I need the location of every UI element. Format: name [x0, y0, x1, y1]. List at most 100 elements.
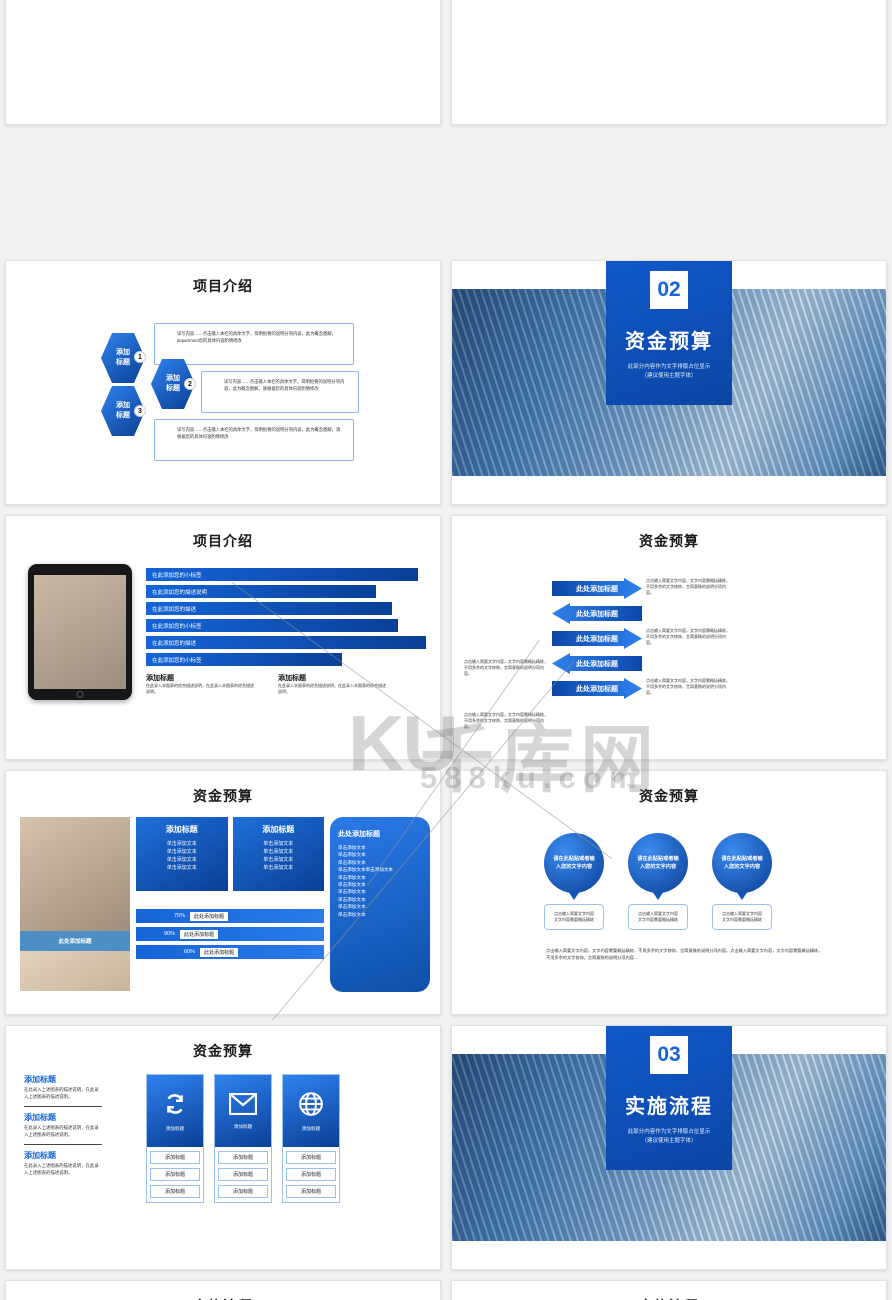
- rounded-panel[interactable]: 此处添加标题 单击添加文本 单击添加文本 单击添加文本 单击添加文本单击添加文本…: [330, 817, 430, 992]
- icon-card[interactable]: 添加标题 添加标题 添加标题 添加标题: [214, 1074, 272, 1203]
- block-title: 添加标题: [24, 1075, 56, 1084]
- card-row[interactable]: 添加标题: [286, 1185, 336, 1198]
- slide-cell-hexagons[interactable]: 项目介绍 详写内容……点击输入本栏的具体文字，简明扼要的说明分项内容，此为概念图…: [0, 255, 446, 510]
- progress-bar: 90% 此处添加标题: [136, 927, 324, 941]
- iconcards-slide[interactable]: 资金预算 添加标题 在此录入上述图表的描述说明，在此录入上述图表的描述说明。 添…: [5, 1025, 441, 1270]
- left-block: 添加标题 在此录入上述图表的描述说明，在此录入上述图表的描述说明。: [24, 1074, 102, 1100]
- section-title: 实施流程: [625, 1096, 713, 1118]
- slide-cell-arrows[interactable]: 添加标题 导致原因 分析问题大原因 添加标题 单击此处添加文本以及描述 添加标题…: [0, 0, 446, 130]
- slide-cell-cover-03[interactable]: 03 实施流程 此部分内容作为文字排版占位显示 （建议使用主题字体）: [446, 1020, 892, 1275]
- balloon-group[interactable]: 请在此贴贴或者输入您的文字内容 点击输入简要文字内容 文字内容需要概括精炼: [544, 833, 604, 931]
- progress-bar: 60% 此处添加标题: [136, 945, 324, 959]
- box-title: 添加标题: [262, 825, 295, 834]
- cover-03-slide[interactable]: 03 实施流程 此部分内容作为文字排版占位显示 （建议使用主题字体）: [451, 1025, 887, 1270]
- hex-text-1: 详写内容……点击输入本栏的具体文字，简明扼要的说明分项内容，此为概念图解，dep…: [154, 323, 354, 365]
- hex-text-3: 详写内容……点击输入本栏的具体文字，简明扼要的说明分项内容，此为概念图解，请根据…: [154, 419, 354, 461]
- left-block: 添加标题 在此录入上述图表的描述说明，在此录入上述图表的描述说明。: [24, 1112, 102, 1138]
- page-title: 资金预算: [193, 1043, 253, 1059]
- page-title: 实施流程: [6, 1296, 440, 1300]
- balloon: 请在此贴贴或者输入您的文字内容: [544, 833, 604, 893]
- bar-item[interactable]: 在此添加您的描述: [146, 602, 393, 615]
- bar-item[interactable]: 在此添加您的小标签: [146, 653, 342, 666]
- slide-gallery: 添加标题 导致原因 分析问题大原因 添加标题 单击此处添加文本以及描述 添加标题…: [0, 0, 892, 1300]
- card-row[interactable]: 添加标题: [150, 1151, 200, 1164]
- card-label: 添加标题: [301, 1125, 321, 1131]
- progress-pct: 60%: [184, 949, 196, 955]
- round-title: 此处添加标题: [338, 831, 380, 838]
- photo-caption: 此处添加标题: [20, 931, 130, 951]
- footer-note: 点击输入简要文字内容，文字内容需要概括精炼，不用多余的文字修饰，言简意赅的说明分…: [546, 948, 823, 960]
- section-title: 资金预算: [625, 331, 713, 353]
- slide-cell-arrowlist[interactable]: 资金预算 x 点击输入简要文字内容，文字内容需概括精炼，不用多余的文字修饰，言简…: [446, 510, 892, 765]
- arrows-slide[interactable]: 添加标题 导致原因 分析问题大原因 添加标题 单击此处添加文本以及描述 添加标题…: [5, 0, 441, 125]
- slide-cell-carousel[interactable]: ❮ ❯ 添加主题 右键点击图片选择设置图片格式可直接替换图片，在此录入上述图表的…: [446, 0, 892, 130]
- arrow-item[interactable]: 此处添加标题: [552, 678, 642, 699]
- arrow-item[interactable]: 此处添加标题: [552, 628, 642, 649]
- icon-card[interactable]: 添加标题 添加标题 添加标题 添加标题: [146, 1074, 204, 1203]
- balloon-caption: 点击输入简要文字内容 文字内容需要概括精炼: [712, 904, 772, 931]
- slide-cell-tablet[interactable]: 项目介绍 在此添加您的小标签 在此添加您的描述说明 在此添加您的描述 在此添加您…: [0, 510, 446, 765]
- caption-text: 在此录入本图表的综合描述说明，在此录入本图表的综合描述说明。: [146, 683, 254, 694]
- card-row[interactable]: 添加标题: [150, 1168, 200, 1181]
- section-number: 02: [650, 271, 688, 309]
- card-row[interactable]: 添加标题: [218, 1151, 268, 1164]
- globe-icon: [299, 1091, 323, 1116]
- balloon-group[interactable]: 请在此贴贴或者输入您的文字内容 点击输入简要文字内容 文字内容需要概括精炼: [712, 833, 772, 931]
- balloons-slide[interactable]: 资金预算 请在此贴贴或者输入您的文字内容 点击输入简要文字内容 文字内容需要概括…: [451, 770, 887, 1015]
- carousel-slide[interactable]: ❮ ❯ 添加主题 右键点击图片选择设置图片格式可直接替换图片，在此录入上述图表的…: [451, 0, 887, 125]
- slide-cell-icons-flow[interactable]: 实施流程 在此录入上述图表的综合描述说明，在此录入上述图表的描述说明。在此录入上…: [446, 1275, 892, 1300]
- bar-item[interactable]: 在此添加您的描述说明: [146, 585, 376, 598]
- process-slide[interactable]: 实施流程 单击此处填加标题 单击此处填加文字内容 单击此处填加文字内容 单击此处…: [5, 1280, 441, 1300]
- card-row[interactable]: 添加标题: [286, 1168, 336, 1181]
- arrowlist-slide[interactable]: 资金预算 x 点击输入简要文字内容，文字内容需概括精炼，不用多余的文字修饰，言简…: [451, 515, 887, 760]
- block-text: 在此录入上述图表的描述说明，在此录入上述图表的描述说明。: [24, 1087, 99, 1099]
- icons-flow-slide[interactable]: 实施流程 在此录入上述图表的综合描述说明，在此录入上述图表的描述说明。在此录入上…: [451, 1280, 887, 1300]
- balloon-caption: 点击输入简要文字内容 文字内容需要概括精炼: [628, 904, 688, 931]
- card-row[interactable]: 添加标题: [286, 1151, 336, 1164]
- arrow-item[interactable]: 此处添加标题: [552, 653, 642, 674]
- box-lines: 单击添加文本 单击添加文本 单击添加文本 单击添加文本: [166, 841, 197, 871]
- arrow-item[interactable]: 此处添加标题: [552, 578, 642, 599]
- hex-num-1: 1: [134, 351, 146, 363]
- side-note: 点击输入简要文字内容，文字内容需概括精炼，不用多余的文字修饰，言简意赅的说明分项…: [646, 628, 730, 645]
- block-text: 在此录入上述图表的描述说明，在此录入上述图表的描述说明。: [24, 1163, 99, 1175]
- section-subtitle: 此部分内容作为文字排版占位显示 （建议使用主题字体）: [627, 364, 711, 379]
- arrow-item[interactable]: 此处添加标题: [552, 603, 642, 624]
- card-row[interactable]: 添加标题: [218, 1168, 268, 1181]
- card-row[interactable]: 添加标题: [150, 1185, 200, 1198]
- info-box[interactable]: 添加标题 单击添加文本 单击添加文本 单击添加文本 单击添加文本: [232, 817, 324, 891]
- mail-icon: [229, 1092, 257, 1115]
- section-number: 03: [650, 1036, 688, 1074]
- block-title: 添加标题: [24, 1151, 56, 1161]
- balloon-caption: 点击输入简要文字内容 文字内容需要概括精炼: [544, 904, 604, 931]
- slide-cell-cover-02[interactable]: 02 资金预算 此部分内容作为文字排版占位显示 （建议使用主题字体）: [446, 255, 892, 510]
- bar-item[interactable]: 在此添加您的小标签: [146, 619, 398, 632]
- page-title: 实施流程: [452, 1296, 886, 1300]
- tablet-slide[interactable]: 项目介绍 在此添加您的小标签 在此添加您的描述说明 在此添加您的描述 在此添加您…: [5, 515, 441, 760]
- hexagon-slide[interactable]: 项目介绍 详写内容……点击输入本栏的具体文字，简明扼要的说明分项内容，此为概念图…: [5, 260, 441, 505]
- divider: [24, 1106, 102, 1108]
- progress-bar: 75% 此处添加标题: [136, 909, 324, 923]
- cover-02-slide[interactable]: 02 资金预算 此部分内容作为文字排版占位显示 （建议使用主题字体）: [451, 260, 887, 505]
- tablet-mockup: [28, 564, 132, 700]
- slide-cell-boxes[interactable]: 资金预算 此处添加标题 添加标题 单击添加文本 单击添加文本 单击添加文本 单击…: [0, 765, 446, 1020]
- caption-title: 添加标题: [146, 675, 174, 682]
- slide-cell-process[interactable]: 实施流程 单击此处填加标题 单击此处填加文字内容 单击此处填加文字内容 单击此处…: [0, 1275, 446, 1300]
- progress-pct: 75%: [174, 913, 186, 919]
- balloon-group[interactable]: 请在此贴贴或者输入您的文字内容 点击输入简要文字内容 文字内容需要概括精炼: [628, 833, 688, 931]
- cover-card: 02 资金预算 此部分内容作为文字排版占位显示 （建议使用主题字体）: [606, 261, 732, 405]
- bar-item[interactable]: 在此添加您的小标签: [146, 568, 418, 581]
- info-box[interactable]: 添加标题 单击添加文本 单击添加文本 单击添加文本 单击添加文本: [136, 817, 228, 891]
- bar-item[interactable]: 在此添加您的描述: [146, 636, 426, 649]
- icon-card[interactable]: 添加标题 添加标题 添加标题 添加标题: [282, 1074, 340, 1203]
- cover-card: 03 实施流程 此部分内容作为文字排版占位显示 （建议使用主题字体）: [606, 1026, 732, 1170]
- divider: [24, 1144, 102, 1146]
- slide-cell-iconcards[interactable]: 资金预算 添加标题 在此录入上述图表的描述说明，在此录入上述图表的描述说明。 添…: [0, 1020, 446, 1275]
- boxes-slide[interactable]: 资金预算 此处添加标题 添加标题 单击添加文本 单击添加文本 单击添加文本 单击…: [5, 770, 441, 1015]
- slide-cell-balloons[interactable]: 资金预算 请在此贴贴或者输入您的文字内容 点击输入简要文字内容 文字内容需要概括…: [446, 765, 892, 1020]
- balloon: 请在此贴贴或者输入您的文字内容: [712, 833, 772, 893]
- card-label: 添加标题: [233, 1123, 253, 1129]
- card-row[interactable]: 添加标题: [218, 1185, 268, 1198]
- side-note: 点击输入简要文字内容，文字内容需概括精炼，不用多余的文字修饰，言简意赅的说明分项…: [464, 712, 548, 729]
- photo-bottom: [20, 951, 130, 991]
